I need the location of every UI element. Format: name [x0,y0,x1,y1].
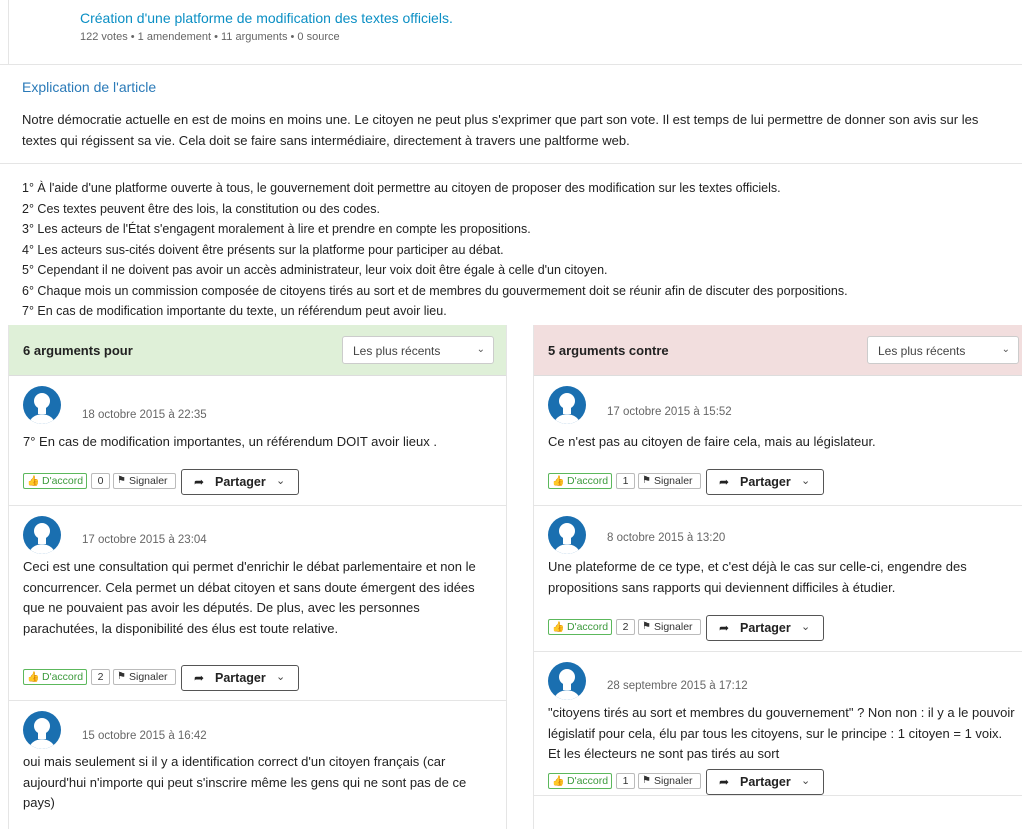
flag-icon: ⚑ [117,475,126,486]
argument-date: 15 octobre 2015 à 16:42 [82,730,207,742]
report-button[interactable]: ⚑ Signaler [638,619,701,635]
chevron-down-icon: ⌄ [801,621,811,633]
thumbs-up-icon: 👍 [552,622,565,633]
chevron-down-icon: ⌄ [801,775,811,787]
share-button[interactable]: ➦ Partager ⌄ [181,469,299,495]
argument-item: 8 octobre 2015 à 13:20 Une plateforme de… [534,506,1022,652]
article-point: 3° Les acteurs de l'État s'engagent mora… [22,222,531,236]
sort-select-value: Les plus récents [878,344,966,358]
agree-count: 1 [616,773,635,789]
article-point: 1° À l'aide d'une platforme ouverte à to… [22,181,781,195]
agree-button[interactable]: 👍 D'accord [548,473,613,489]
flag-icon: ⚑ [117,671,126,682]
agree-count: 2 [616,619,635,635]
argument-text: oui mais seulement si il y a identificat… [23,754,467,810]
share-icon: ➦ [194,475,205,489]
share-icon: ➦ [719,475,730,489]
article-point: 6° Chaque mois un commission composée de… [22,283,848,298]
article-point: 5° Cependant il ne doivent pas avoir un … [22,263,608,277]
argument-date: 8 octobre 2015 à 13:20 [607,532,726,544]
thumbs-up-icon: 👍 [27,476,40,487]
agree-button[interactable]: 👍 D'accord [548,773,613,789]
flag-icon: ⚑ [642,775,651,786]
sort-select-value: Les plus récents [353,344,441,358]
argument-date: 17 octobre 2015 à 15:52 [607,406,732,418]
argument-text: 7° En cas de modification importantes, u… [23,434,437,449]
argument-item: 17 octobre 2015 à 15:52 Ce n'est pas au … [534,376,1022,506]
argument-date: 18 octobre 2015 à 22:35 [82,409,207,421]
sort-select-pour[interactable]: Les plus récents ⌄ [342,336,494,364]
chevron-down-icon: ⌄ [476,344,485,355]
explanation-section: Explication de l'article Notre démocrati… [0,65,1022,164]
flag-icon: ⚑ [642,621,651,632]
arguments-contre-header: 5 arguments contre Les plus récents ⌄ [534,325,1022,376]
avatar [23,711,61,749]
chevron-down-icon: ⌄ [801,475,811,487]
argument-item: 15 octobre 2015 à 16:42 oui mais seuleme… [9,701,506,829]
argument-text: Une plateforme de ce type, et c'est déjà… [548,559,967,595]
article-point: 7° En cas de modification importante du … [22,304,447,318]
opinion-title-link[interactable]: Création d'une platforme de modification… [80,10,453,26]
article-point: 4° Les acteurs sus-cités doivent être pr… [22,242,504,257]
arguments-contre-column: 5 arguments contre Les plus récents ⌄ 17… [533,325,1022,829]
thumbs-up-icon: 👍 [552,476,565,487]
agree-count: 0 [91,473,110,489]
share-button[interactable]: ➦ Partager ⌄ [706,469,824,495]
arguments-pour-count: 6 arguments pour [23,343,133,358]
agree-count: 2 [91,669,110,685]
article-points: 1° À l'aide d'une platforme ouverte à to… [22,178,1012,322]
argument-item: 18 octobre 2015 à 22:35 7° En cas de mod… [9,376,506,506]
share-button[interactable]: ➦ Partager ⌄ [181,665,299,691]
article-point: 2° Ces textes peuvent être des lois, la … [22,201,380,216]
arguments-contre-count: 5 arguments contre [548,343,669,358]
share-icon: ➦ [194,671,205,685]
thumbs-up-icon: 👍 [552,776,565,787]
argument-date: 28 septembre 2015 à 17:12 [607,680,748,692]
share-icon: ➦ [719,775,730,789]
chevron-down-icon: ⌄ [1001,344,1010,355]
argument-item: 28 septembre 2015 à 17:12 "citoyens tiré… [534,652,1022,796]
avatar [548,662,586,700]
sort-select-contre[interactable]: Les plus récents ⌄ [867,336,1019,364]
agree-button[interactable]: 👍 D'accord [23,669,88,685]
thumbs-up-icon: 👍 [27,672,40,683]
avatar [23,516,61,554]
report-button[interactable]: ⚑ Signaler [638,773,701,789]
agree-count: 1 [616,473,635,489]
arguments-pour-header: 6 arguments pour Les plus récents ⌄ [9,325,506,376]
share-button[interactable]: ➦ Partager ⌄ [706,769,824,795]
chevron-down-icon: ⌄ [276,475,286,487]
divider [8,0,9,64]
explanation-text: Notre démocratie actuelle en est de moin… [22,112,979,148]
argument-text: Ceci est une consultation qui permet d'e… [23,559,476,636]
share-icon: ➦ [719,621,730,635]
argument-text: "citoyens tirés au sort et membres du go… [548,705,1015,761]
avatar [548,386,586,424]
agree-button[interactable]: 👍 D'accord [548,619,613,635]
argument-date: 17 octobre 2015 à 23:04 [82,534,207,546]
argument-item: 17 octobre 2015 à 23:04 Ceci est une con… [9,506,506,701]
argument-text: Ce n'est pas au citoyen de faire cela, m… [548,434,876,449]
agree-button[interactable]: 👍 D'accord [23,473,88,489]
arguments-pour-column: 6 arguments pour Les plus récents ⌄ 18 o… [8,325,507,829]
report-button[interactable]: ⚑ Signaler [113,473,176,489]
report-button[interactable]: ⚑ Signaler [113,669,176,685]
report-button[interactable]: ⚑ Signaler [638,473,701,489]
share-button[interactable]: ➦ Partager ⌄ [706,615,824,641]
avatar [548,516,586,554]
opinion-meta: 122 votes • 1 amendement • 11 arguments … [80,31,340,43]
explanation-heading: Explication de l'article [22,79,157,95]
opinion-header: Création d'une platforme de modification… [0,0,1022,65]
avatar [23,386,61,424]
chevron-down-icon: ⌄ [276,671,286,683]
flag-icon: ⚑ [642,475,651,486]
